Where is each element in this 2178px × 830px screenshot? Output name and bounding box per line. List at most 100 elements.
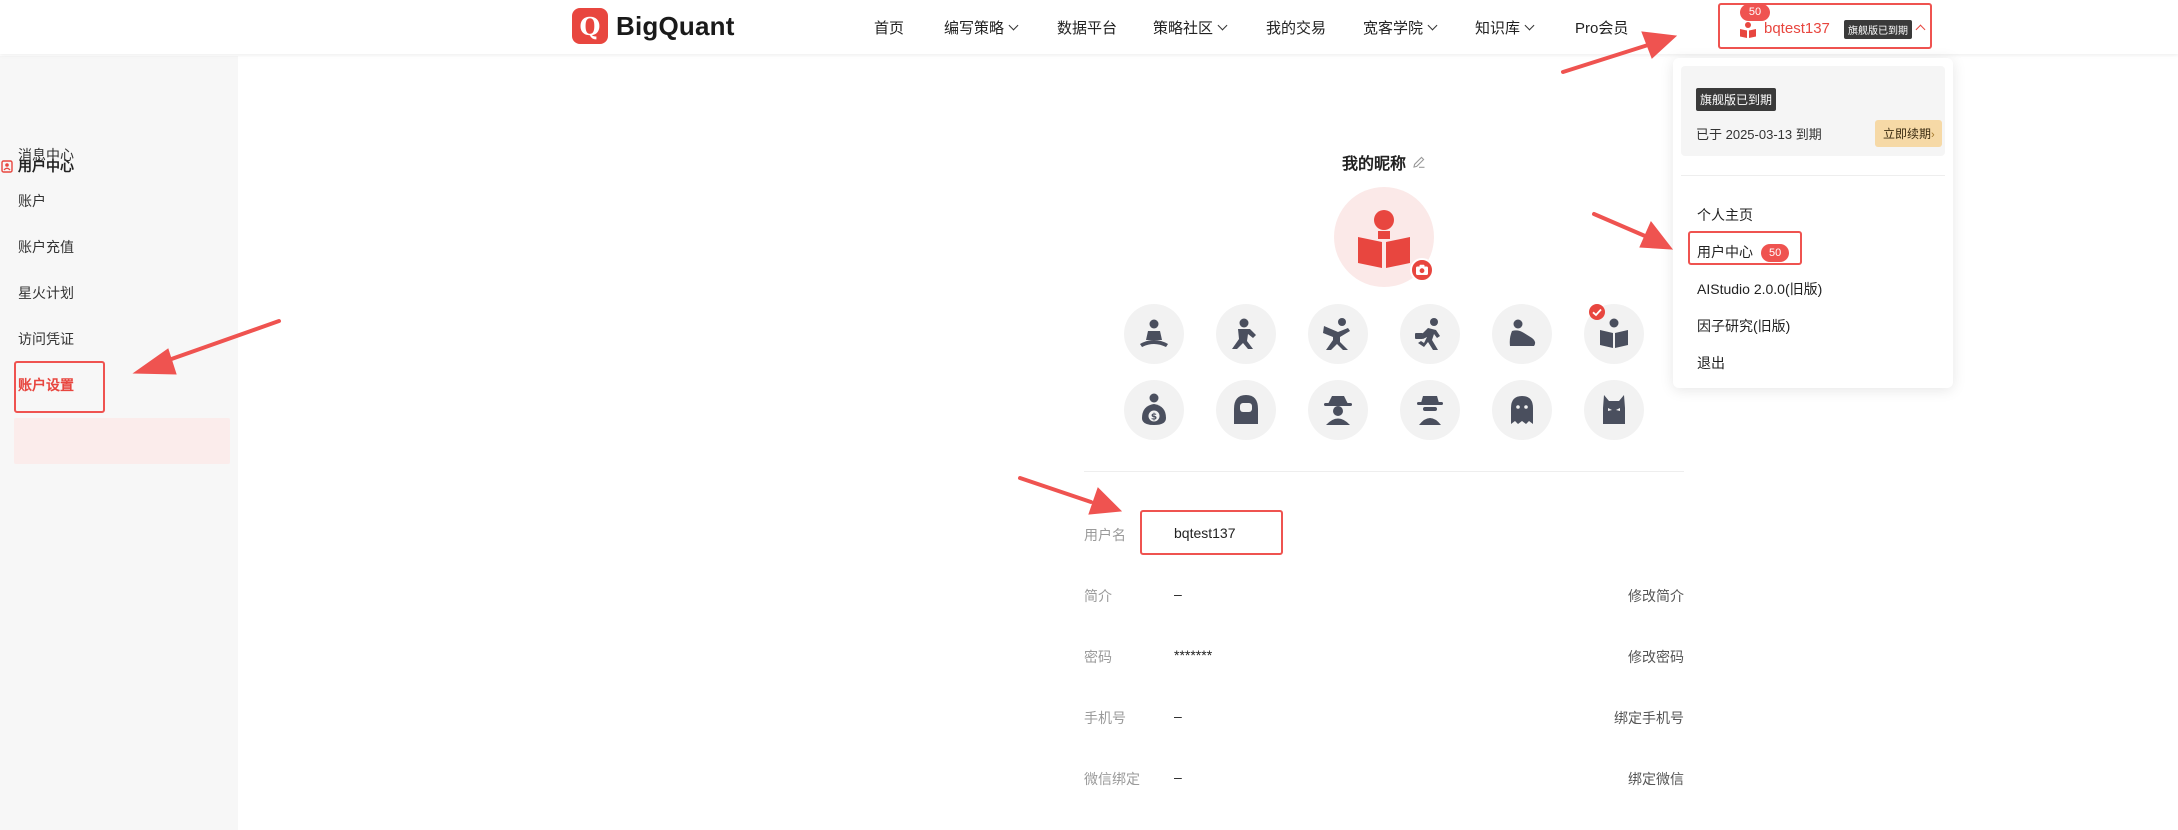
arrow-to-username xyxy=(1018,476,1093,504)
chevron-down-icon xyxy=(1427,20,1438,31)
nav-label: 我的交易 xyxy=(1266,20,1327,37)
menu-item-logout[interactable]: 退出 xyxy=(1697,353,1725,373)
avatar-option-ghost[interactable] xyxy=(1492,380,1552,440)
chevron-down-icon xyxy=(1217,20,1228,31)
nav-label: 编写策略 xyxy=(944,20,1005,37)
detective-icon xyxy=(1417,396,1443,425)
nav-pro-member[interactable]: Pro会员 xyxy=(1575,17,1628,38)
nav-quant-academy[interactable]: 宽客学院 xyxy=(1363,17,1438,38)
nav-label: 知识库 xyxy=(1475,20,1521,37)
bind-phone-link[interactable]: 绑定手机号 xyxy=(1614,708,1684,728)
annotation-box-user-center xyxy=(1688,231,1802,265)
section-divider xyxy=(1084,471,1684,472)
nav-strategy-community[interactable]: 策略社区 xyxy=(1153,17,1228,38)
nav-label: 宽客学院 xyxy=(1363,20,1424,37)
expired-tag: 旗舰版已到期 xyxy=(1696,88,1777,111)
avatar-option-money-bag[interactable]: $ xyxy=(1124,380,1184,440)
menu-item-profile[interactable]: 个人主页 xyxy=(1697,205,1753,225)
field-label-bio: 简介 xyxy=(1084,588,1112,604)
logo-text: BigQuant xyxy=(616,10,735,41)
avatar-option-devil[interactable] xyxy=(1584,380,1644,440)
field-value-wechat: – xyxy=(1174,769,1182,785)
user-dropdown-menu: 旗舰版已到期 已于 2025-03-13 到期 立即续期› 个人主页 用户中心 5… xyxy=(1673,58,1953,388)
dropdown-divider xyxy=(1681,175,1945,176)
spy-icon xyxy=(1324,396,1352,425)
avatar-option-spy[interactable] xyxy=(1308,380,1368,440)
reader-icon xyxy=(1600,318,1628,348)
field-label-username: 用户名 xyxy=(1084,527,1126,543)
chevron-down-icon xyxy=(1008,20,1019,31)
edit-icon[interactable] xyxy=(1412,155,1426,169)
nav-write-strategy[interactable]: 编写策略 xyxy=(944,17,1019,38)
avatar-option-sumo[interactable] xyxy=(1492,304,1552,364)
chevron-up-icon xyxy=(1915,24,1926,35)
martial-arts-icon xyxy=(1323,318,1350,350)
sumo-icon xyxy=(1509,319,1536,346)
meditation-icon xyxy=(1140,319,1168,347)
nickname-title: 我的昵称 xyxy=(1342,150,1426,174)
change-password-link[interactable]: 修改密码 xyxy=(1628,647,1684,667)
sidebar-item-recharge[interactable]: 账户充值 xyxy=(18,237,74,257)
menu-item-aistudio-legacy[interactable]: AIStudio 2.0.0(旧版) xyxy=(1697,279,1822,299)
nav-my-trading[interactable]: 我的交易 xyxy=(1266,17,1326,38)
avatar-option-meditation[interactable] xyxy=(1124,304,1184,364)
avatar-option-martial-arts[interactable] xyxy=(1308,304,1368,364)
runner-icon xyxy=(1415,318,1440,350)
expire-date-text: 已于 2025-03-13 到期 xyxy=(1696,127,1822,142)
ghost-icon xyxy=(1511,396,1533,424)
arrowhead-icon xyxy=(1639,221,1674,250)
chevron-right-icon: › xyxy=(1931,129,1935,141)
sidebar-item-access-token[interactable]: 访问凭证 xyxy=(18,329,74,349)
chevron-down-icon xyxy=(1524,20,1535,31)
bind-wechat-link[interactable]: 绑定微信 xyxy=(1628,769,1684,789)
devil-icon xyxy=(1603,395,1625,424)
renew-label: 立即续期 xyxy=(1883,127,1932,141)
nickname-title-label: 我的昵称 xyxy=(1342,156,1407,173)
svg-text:$: $ xyxy=(1151,413,1157,423)
field-value-phone: – xyxy=(1174,708,1182,724)
renew-button[interactable]: 立即续期› xyxy=(1875,120,1942,147)
avatar-option-hooded-girl[interactable] xyxy=(1216,380,1276,440)
user-menu-button[interactable]: 50 bqtest137 旗舰版已到期 xyxy=(1718,3,1932,49)
nav-label: 首页 xyxy=(874,20,905,37)
edit-bio-link[interactable]: 修改简介 xyxy=(1628,586,1684,606)
field-label-phone: 手机号 xyxy=(1084,710,1126,726)
top-header: Q BigQuant 首页 编写策略 数据平台 策略社区 我的交易 宽客学院 知… xyxy=(0,0,2178,54)
field-value-password: ******* xyxy=(1174,647,1213,663)
nav-home[interactable]: 首页 xyxy=(874,17,904,38)
membership-card: 旗舰版已到期 已于 2025-03-13 到期 立即续期› xyxy=(1681,66,1945,156)
hooded-girl-icon xyxy=(1234,395,1258,424)
annotation-box-settings xyxy=(14,361,105,413)
avatar-option-detective[interactable] xyxy=(1400,380,1460,440)
avatar-option-kungfu[interactable] xyxy=(1216,304,1276,364)
nav-knowledge-base[interactable]: 知识库 xyxy=(1475,17,1535,38)
field-label-password: 密码 xyxy=(1084,649,1112,665)
sidebar-item-spark-plan[interactable]: 星火计划 xyxy=(18,283,74,303)
sidebar-item-message-center[interactable]: 消息中心 xyxy=(18,145,74,165)
nav-label: Pro会员 xyxy=(1575,20,1629,37)
field-value-bio: – xyxy=(1174,586,1182,602)
arrowhead-icon xyxy=(1088,487,1123,515)
check-glyph xyxy=(1592,308,1602,317)
camera-glyph xyxy=(1416,264,1428,275)
sidebar-item-account[interactable]: 账户 xyxy=(18,191,46,211)
nav-data-platform[interactable]: 数据平台 xyxy=(1057,17,1117,38)
sidebar: 用户中心 消息中心 账户 账户充值 星火计划 访问凭证 账户设置 xyxy=(0,56,238,830)
avatar-option-runner[interactable] xyxy=(1400,304,1460,364)
expired-tag: 旗舰版已到期 xyxy=(1844,20,1912,39)
notification-badge: 50 xyxy=(1740,4,1770,21)
sidebar-active-highlight xyxy=(14,418,230,464)
nav-label: 策略社区 xyxy=(1153,20,1214,37)
nav-label: 数据平台 xyxy=(1057,20,1118,37)
field-label-wechat: 微信绑定 xyxy=(1084,771,1140,787)
user-center-icon xyxy=(1,160,13,173)
annotation-box-username xyxy=(1140,510,1283,555)
username-label: bqtest137 xyxy=(1764,20,1830,37)
brand-logo[interactable]: Q BigQuant xyxy=(572,8,735,44)
kungfu-icon xyxy=(1232,318,1256,349)
selected-check-icon xyxy=(1589,304,1605,320)
arrow-to-user-center xyxy=(1592,212,1647,238)
menu-item-factor-research-legacy[interactable]: 因子研究(旧版) xyxy=(1697,316,1790,336)
logo-mark: Q xyxy=(572,8,608,44)
camera-icon[interactable] xyxy=(1410,258,1434,282)
